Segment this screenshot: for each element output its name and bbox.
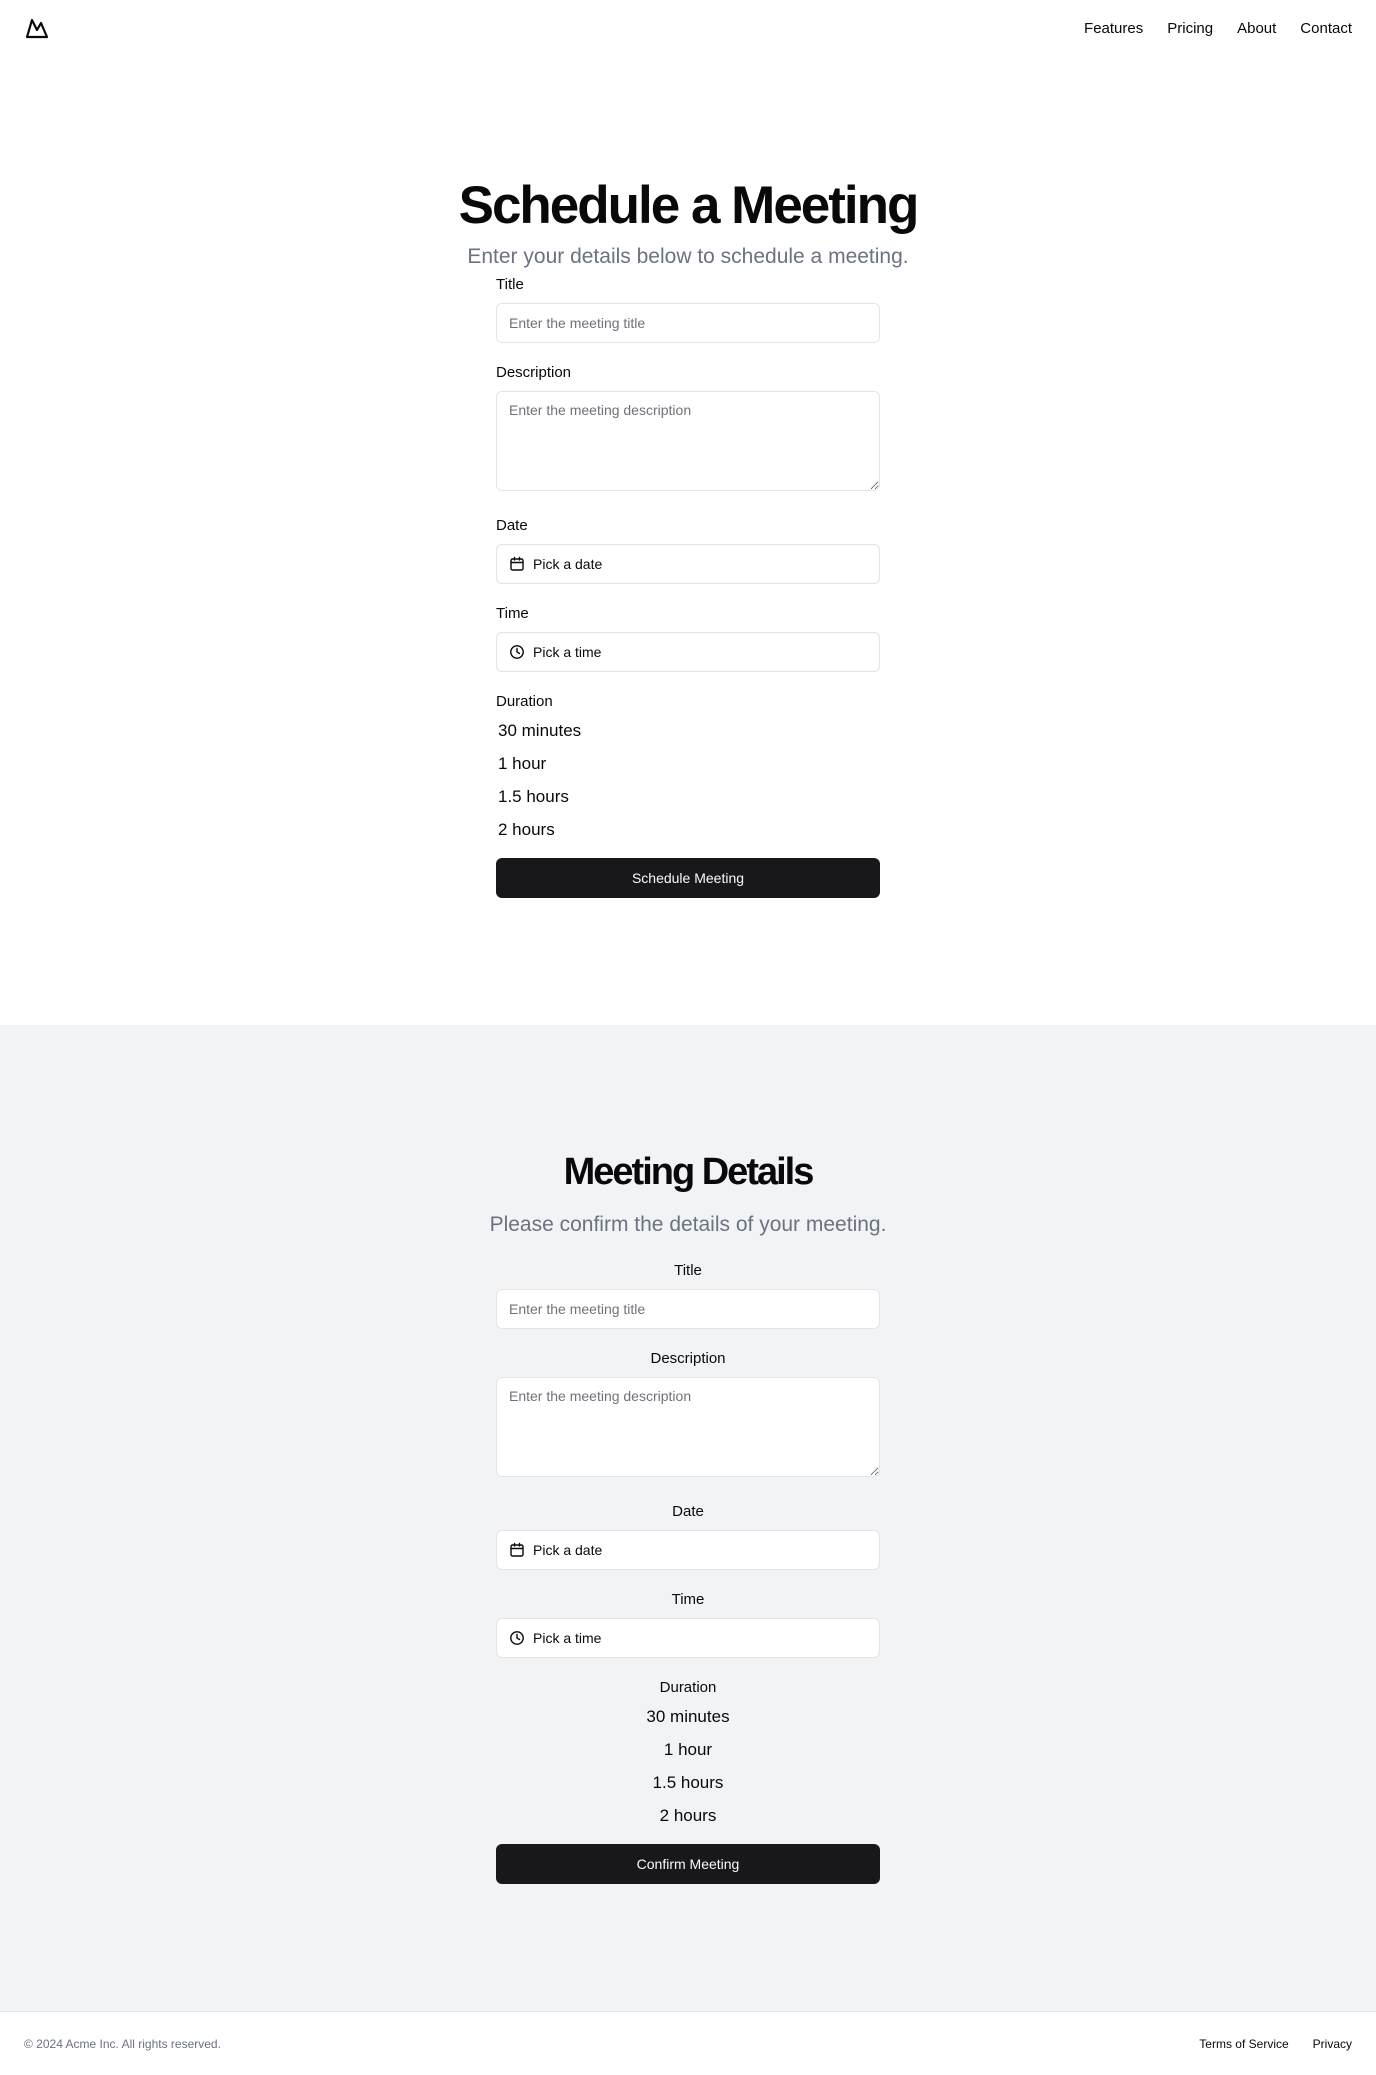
nav-contact[interactable]: Contact [1300,20,1352,37]
copyright-text: © 2024 Acme Inc. All rights reserved. [24,2036,221,2051]
date-picker-button[interactable]: Pick a date [496,544,880,584]
details-form: Title Description Date Pick a date Time [496,1261,880,1884]
site-footer: © 2024 Acme Inc. All rights reserved. Te… [0,2011,1376,2075]
clock-icon [509,644,525,660]
site-header: Features Pricing About Contact [0,0,1376,56]
duration-option[interactable]: 1 hour [496,1733,880,1766]
details-title: Meeting Details [563,1151,815,1193]
calendar-icon [509,556,525,572]
date-picker-label: Pick a date [533,556,603,572]
duration-option[interactable]: 2 hours [496,813,880,846]
duration-options: 30 minutes 1 hour 1.5 hours 2 hours [496,1700,880,1832]
main-nav: Features Pricing About Contact [1084,20,1352,37]
privacy-link[interactable]: Privacy [1313,2037,1352,2051]
date-picker-button[interactable]: Pick a date [496,1530,880,1570]
duration-options: 30 minutes 1 hour 1.5 hours 2 hours [496,714,880,846]
duration-option[interactable]: 30 minutes [496,1700,880,1733]
duration-option[interactable]: 1.5 hours [496,780,880,813]
duration-option[interactable]: 2 hours [496,1799,880,1832]
terms-link[interactable]: Terms of Service [1199,2037,1288,2051]
schedule-section: Schedule a Meeting Enter your details be… [0,56,1376,1025]
schedule-subtitle: Enter your details below to schedule a m… [467,245,909,268]
duration-label: Duration [659,1679,717,1696]
description-textarea[interactable] [496,1377,880,1477]
schedule-form: Title Description Date Pick a date Time [496,275,880,898]
description-label: Description [650,1350,726,1367]
duration-label: Duration [496,693,553,710]
duration-option[interactable]: 1 hour [496,747,880,780]
time-label: Time [496,605,529,622]
nav-pricing[interactable]: Pricing [1167,20,1213,37]
nav-features[interactable]: Features [1084,20,1143,37]
duration-option[interactable]: 30 minutes [496,714,880,747]
schedule-meeting-button[interactable]: Schedule Meeting [496,858,880,898]
meeting-details-section: Meeting Details Please confirm the detai… [0,1025,1376,2011]
mountain-icon[interactable] [24,15,50,41]
date-label: Date [672,1503,704,1520]
calendar-icon [509,1542,525,1558]
time-picker-button[interactable]: Pick a time [496,1618,880,1658]
nav-about[interactable]: About [1237,20,1276,37]
title-label: Title [496,276,524,293]
title-input[interactable] [496,1289,880,1329]
time-picker-label: Pick a time [533,1630,602,1646]
title-label: Title [674,1262,702,1279]
time-picker-button[interactable]: Pick a time [496,632,880,672]
time-picker-label: Pick a time [533,644,602,660]
clock-icon [509,1630,525,1646]
footer-nav: Terms of Service Privacy [1199,2037,1352,2051]
title-input[interactable] [496,303,880,343]
schedule-title: Schedule a Meeting [458,176,920,235]
details-subtitle: Please confirm the details of your meeti… [489,1213,887,1236]
duration-option[interactable]: 1.5 hours [496,1766,880,1799]
confirm-meeting-button[interactable]: Confirm Meeting [496,1844,880,1884]
date-label: Date [496,517,528,534]
time-label: Time [671,1591,705,1608]
description-label: Description [496,364,572,381]
date-picker-label: Pick a date [533,1542,603,1558]
description-textarea[interactable] [496,391,880,491]
